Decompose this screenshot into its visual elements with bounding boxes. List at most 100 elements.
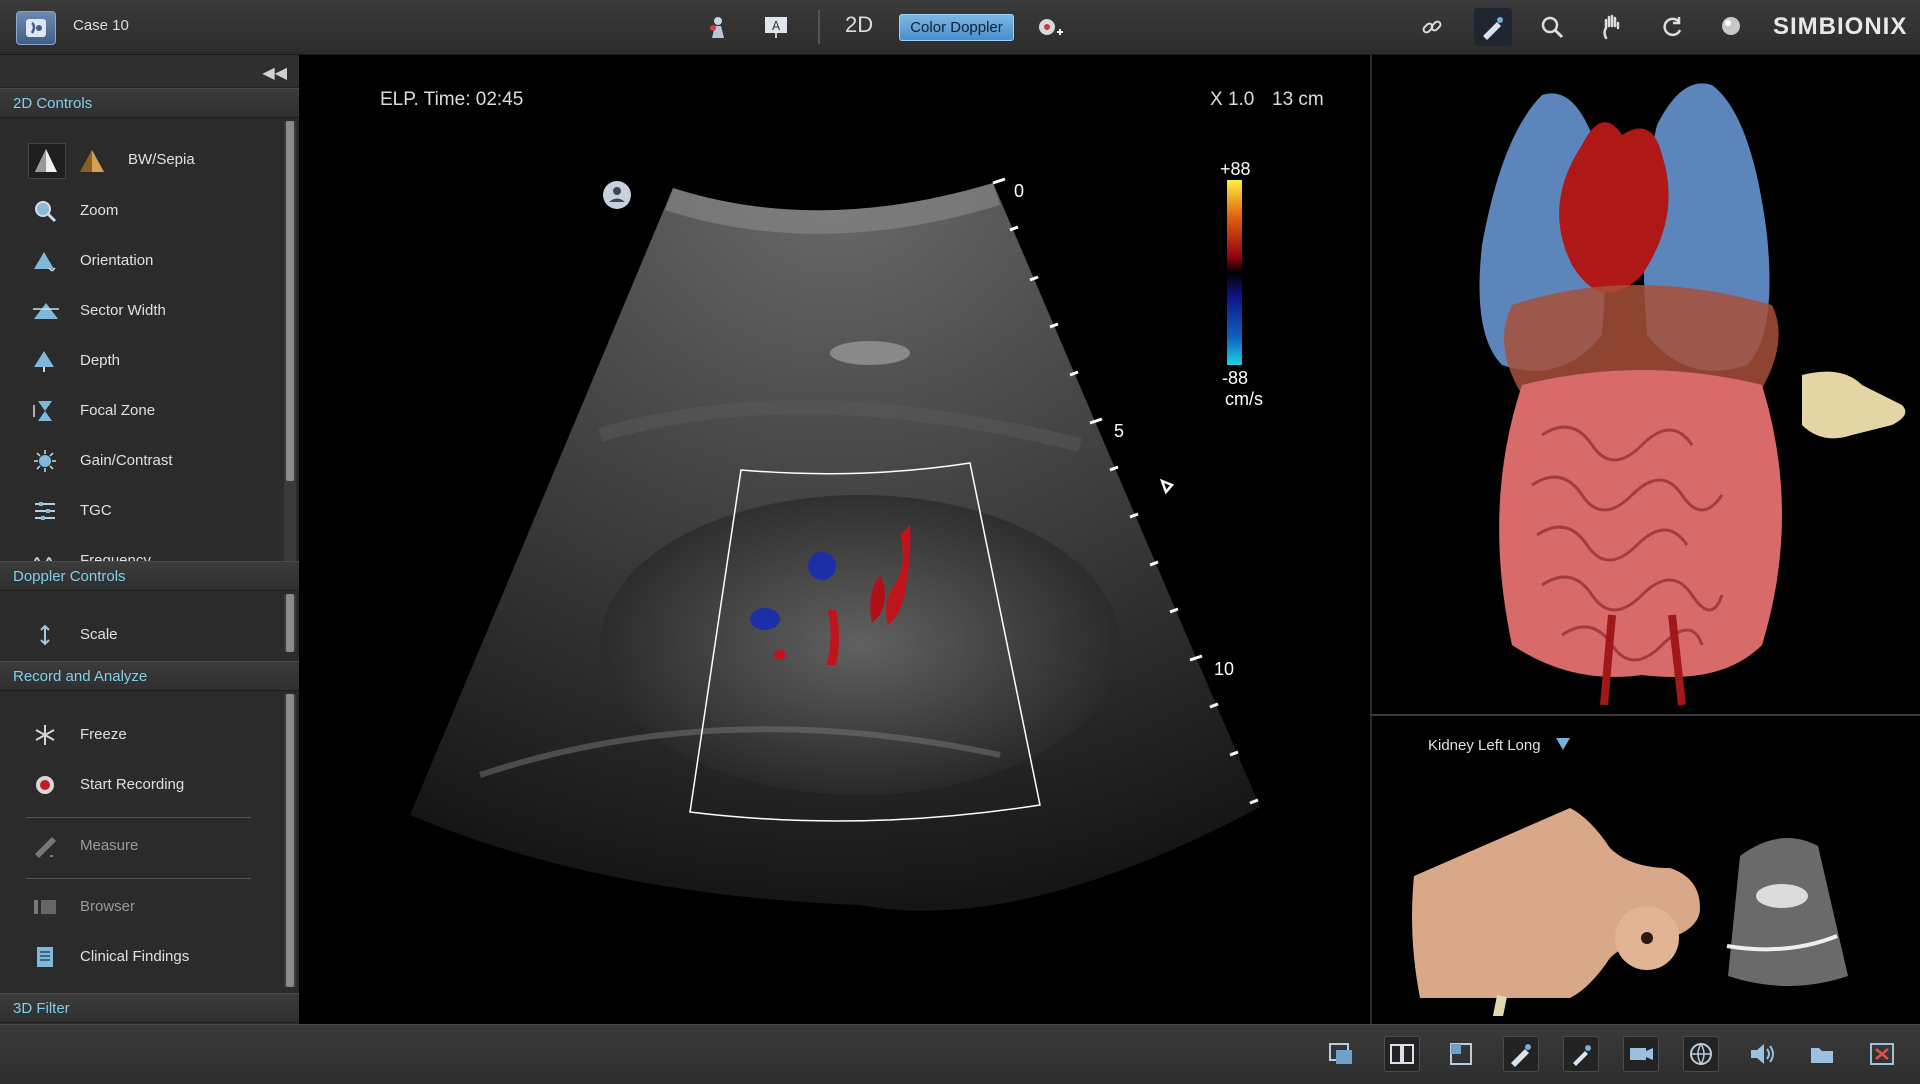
velocity-color-bar (1227, 180, 1242, 365)
measure-ruler-icon (32, 834, 58, 858)
frequency-item-clip: Frequency (0, 541, 280, 561)
collapse-sidebar-icon[interactable]: ◀◀ (262, 63, 287, 83)
sidebar-collapse-row: ◀◀ (0, 55, 299, 88)
color-doppler-button[interactable]: Color Doppler (899, 14, 1014, 41)
light-sphere-icon[interactable] (1716, 12, 1748, 42)
gain-contrast-label: Gain/Contrast (80, 452, 173, 469)
probe-view-icon[interactable] (1503, 1036, 1539, 1072)
single-view-icon[interactable] (1323, 1036, 1359, 1072)
ultrasound-probe[interactable] (1802, 371, 1906, 439)
dual-view-icon[interactable] (1384, 1036, 1420, 1072)
freeze-item[interactable]: Freeze (0, 715, 280, 755)
orientation-label: Orientation (80, 252, 154, 269)
gain-contrast-icon (32, 449, 58, 473)
svg-text:A: A (772, 19, 781, 33)
scale-icon (32, 623, 58, 647)
scale-label: Scale (80, 626, 118, 643)
doppler-scrollbar[interactable] (286, 594, 294, 652)
controls-2d-scrollbar[interactable] (286, 121, 294, 481)
depth-mark-5: 5 (1114, 421, 1125, 441)
probe-orient-icon[interactable] (1563, 1036, 1599, 1072)
clinical-findings-item[interactable]: Clinical Findings (0, 937, 280, 977)
focal-zone-marker[interactable] (1159, 478, 1175, 495)
measure-label: Measure (80, 837, 139, 854)
depth-readout: 13 cm (1272, 89, 1324, 110)
depth-icon (32, 349, 58, 373)
browser-item[interactable]: Browser (0, 887, 280, 927)
velocity-scale-min: -88 (1222, 368, 1249, 388)
gain-contrast-item[interactable]: Gain/Contrast (0, 441, 280, 481)
tgc-item[interactable]: TGC (0, 491, 280, 531)
close-icon[interactable] (1864, 1036, 1900, 1072)
record-icon (32, 773, 58, 797)
zoom-icon (32, 199, 58, 223)
probe-tool-icon[interactable] (1474, 8, 1512, 46)
zoom-readout: X 1.0 (1210, 89, 1255, 110)
zoom-label: Zoom (80, 202, 119, 219)
sector-width-icon (32, 299, 59, 323)
record-divider-2 (26, 878, 251, 879)
tgc-icon (32, 499, 58, 523)
overlay-view-icon[interactable] (1444, 1036, 1480, 1072)
freeze-snowflake-icon (32, 723, 58, 747)
frequency-label: Frequency (80, 552, 151, 561)
mannequin-thumbnail (1412, 808, 1848, 1016)
focal-zone-icon (32, 399, 58, 423)
top-toolbar: Case 10 A 2D Color Doppler SIMBIONIX (0, 0, 1920, 55)
browser-label: Browser (80, 898, 136, 915)
mode-2d-button[interactable]: 2D (845, 12, 873, 38)
depth-item[interactable]: Depth (0, 341, 280, 381)
sepia-mode-icon[interactable] (78, 148, 104, 172)
bw-sepia-label: BW/Sepia (128, 151, 195, 168)
elapsed-time: ELP. Time: 02:45 (380, 89, 524, 110)
section-2d-controls[interactable]: 2D Controls (0, 88, 299, 118)
probe-settings-icon[interactable] (1034, 12, 1066, 42)
focal-zone-item[interactable]: Focal Zone (0, 391, 280, 431)
sector-width-item[interactable]: Sector Width (0, 291, 280, 331)
velocity-scale-max: +88 (1220, 159, 1251, 179)
ultrasound-viewport[interactable]: ELP. Time: 02:45 X 1.0 13 cm +88 -88 cm/… (300, 55, 1369, 1024)
zoom-item[interactable]: Zoom (0, 191, 280, 231)
scan-plane-view[interactable]: Kidney Left Long (1370, 716, 1920, 1024)
section-doppler-controls[interactable]: Doppler Controls (0, 561, 299, 591)
folder-icon[interactable] (1804, 1036, 1840, 1072)
start-recording-item[interactable]: Start Recording (0, 765, 280, 805)
scale-item[interactable]: Scale (0, 615, 280, 655)
anatomy-model (1479, 83, 1906, 706)
orientation-icon (32, 249, 58, 273)
anatomy-3d-view[interactable] (1370, 55, 1920, 714)
clinical-findings-label: Clinical Findings (80, 948, 190, 965)
bottom-toolbar (0, 1024, 1920, 1084)
section-record-analyze[interactable]: Record and Analyze (0, 661, 299, 691)
annotation-icon[interactable]: A (760, 12, 792, 42)
depth-mark-0: 0 (1014, 181, 1025, 201)
browser-list-icon (32, 895, 58, 919)
speaker-icon[interactable] (1744, 1036, 1780, 1072)
control-sidebar: ◀◀ 2D Controls BW/Sepia Zoom Orientation… (0, 55, 299, 1024)
bw-sepia-item[interactable]: BW/Sepia (0, 140, 280, 180)
toolbar-separator (818, 10, 820, 44)
frequency-item[interactable]: Frequency (0, 541, 280, 561)
patient-anatomy-icon[interactable] (702, 12, 734, 42)
globe-icon[interactable] (1683, 1036, 1719, 1072)
pan-hand-icon[interactable] (1596, 12, 1628, 42)
intestines (1499, 370, 1782, 677)
mannequin-torso (1412, 808, 1700, 998)
measure-item[interactable]: Measure (0, 826, 280, 866)
section-3d-filter[interactable]: 3D Filter (0, 993, 299, 1023)
search-icon[interactable] (1536, 12, 1568, 42)
app-menu-icon[interactable] (16, 11, 56, 45)
bw-mode-icon[interactable] (28, 143, 66, 179)
camera-icon[interactable] (1623, 1036, 1659, 1072)
rotate-icon[interactable] (1656, 12, 1688, 42)
orientation-item[interactable]: Orientation (0, 241, 280, 281)
case-title: Case 10 (73, 17, 129, 34)
link-icon[interactable] (1416, 12, 1448, 42)
record-scrollbar[interactable] (286, 694, 294, 987)
start-recording-label: Start Recording (80, 776, 185, 793)
frequency-icon (32, 549, 58, 561)
ultrasound-image (410, 177, 1260, 911)
velocity-scale-unit: cm/s (1225, 389, 1263, 409)
sector-width-label: Sector Width (80, 302, 166, 319)
tgc-label: TGC (80, 502, 112, 519)
